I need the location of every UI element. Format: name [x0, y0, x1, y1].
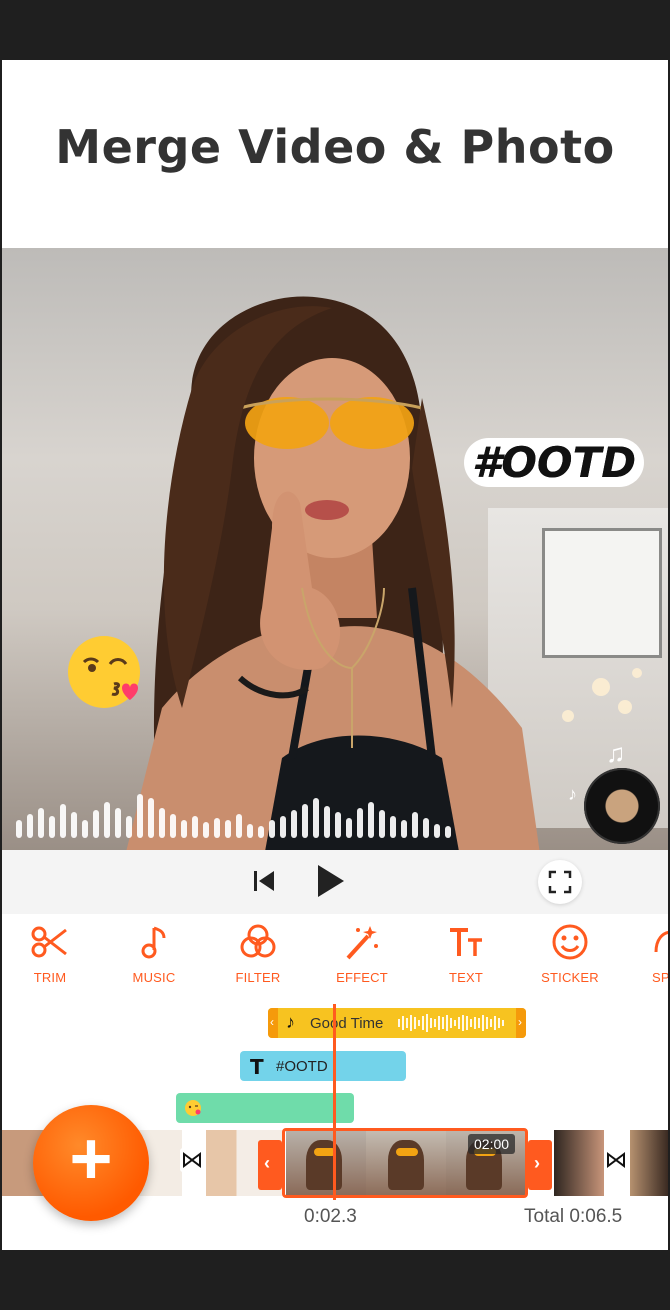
transition-button[interactable]	[604, 1148, 628, 1172]
text-track[interactable]: T #OOTD	[240, 1051, 406, 1081]
music-disc-icon[interactable]	[584, 768, 660, 844]
music-track-left-handle[interactable]: ‹	[268, 1008, 278, 1038]
text-icon	[450, 928, 482, 956]
tool-music[interactable]: MUSIC	[106, 922, 202, 985]
timeline-playhead[interactable]	[333, 1004, 336, 1200]
music-note-icon: ♫	[606, 738, 626, 768]
playback-bar	[2, 850, 668, 914]
tool-music-label: MUSIC	[132, 970, 176, 985]
current-time: 0:02.3	[304, 1206, 357, 1227]
kissing-face-emoji-icon	[185, 1100, 201, 1116]
bokeh-light	[632, 668, 642, 678]
music-note-icon: ♪	[286, 1012, 295, 1032]
text-track-label: #OOTD	[276, 1058, 328, 1075]
bokeh-light	[592, 678, 610, 696]
tool-text[interactable]: TEXT	[418, 922, 514, 985]
add-media-button[interactable]: +	[33, 1105, 149, 1221]
video-clip[interactable]	[554, 1130, 604, 1196]
headline: Merge Video & Photo	[55, 120, 615, 174]
tool-bar: TRIM MUSIC FILTER EFFECT TEXT STICKER SP	[2, 914, 668, 1000]
text-sticker-ootd[interactable]: #OOTD	[464, 438, 645, 487]
smiley-icon	[552, 924, 588, 960]
music-track-right-handle[interactable]: ›	[516, 1008, 526, 1038]
fullscreen-icon	[548, 870, 572, 894]
music-track-label: Good Time	[310, 1015, 384, 1032]
play-icon[interactable]	[314, 862, 346, 900]
fullscreen-button[interactable]	[538, 860, 582, 904]
total-time: Total 0:06.5	[524, 1206, 623, 1227]
status-bar	[0, 0, 670, 60]
text-t-icon: T	[250, 1055, 264, 1079]
selected-clip-border	[282, 1128, 528, 1198]
tool-filter-label: FILTER	[235, 970, 281, 985]
tool-effect[interactable]: EFFECT	[314, 922, 410, 985]
bokeh-light	[562, 710, 574, 722]
music-note-icon	[141, 926, 166, 959]
video-clip[interactable]	[630, 1130, 668, 1196]
speed-icon	[654, 930, 668, 953]
kissing-face-emoji-icon[interactable]	[66, 632, 146, 712]
transition-button[interactable]	[180, 1148, 204, 1172]
video-preview[interactable]: #OOTD ♫ ♪	[2, 248, 668, 850]
skip-previous-icon[interactable]	[250, 865, 278, 897]
music-track-waveform	[398, 1014, 508, 1032]
bowtie-transition-icon	[183, 1152, 201, 1168]
magic-wand-icon	[346, 926, 378, 960]
app-screen: Merge Video & Photo #OOTD ♫ ♪ TRIM MUSIC…	[2, 60, 668, 1250]
tool-speed[interactable]: SP	[626, 922, 668, 985]
woman-photo	[126, 296, 540, 850]
clip-trim-left-handle[interactable]: ‹	[258, 1140, 282, 1190]
bokeh-light	[618, 700, 632, 714]
tool-text-label: TEXT	[448, 970, 484, 985]
tool-trim[interactable]: TRIM	[2, 922, 98, 985]
music-track[interactable]: ‹ ♪ Good Time ›	[268, 1008, 526, 1038]
tool-sticker-label: STICKER	[541, 970, 599, 985]
plus-icon: +	[69, 1117, 113, 1200]
music-note-small-icon: ♪	[568, 784, 577, 804]
navigation-bar	[0, 1250, 670, 1310]
tool-effect-label: EFFECT	[336, 970, 388, 985]
sticker-track[interactable]	[176, 1093, 354, 1123]
filter-circles-icon	[240, 924, 276, 958]
tool-sticker[interactable]: STICKER	[522, 922, 618, 985]
audio-waveform	[16, 776, 556, 838]
tool-filter[interactable]: FILTER	[210, 922, 306, 985]
clip-trim-right-handle[interactable]: ›	[528, 1140, 552, 1190]
bowtie-transition-icon	[607, 1152, 625, 1168]
tool-trim-label: TRIM	[33, 970, 67, 985]
background-window	[542, 528, 662, 658]
scissors-icon	[31, 926, 67, 958]
tool-speed-label: SP	[652, 970, 668, 985]
